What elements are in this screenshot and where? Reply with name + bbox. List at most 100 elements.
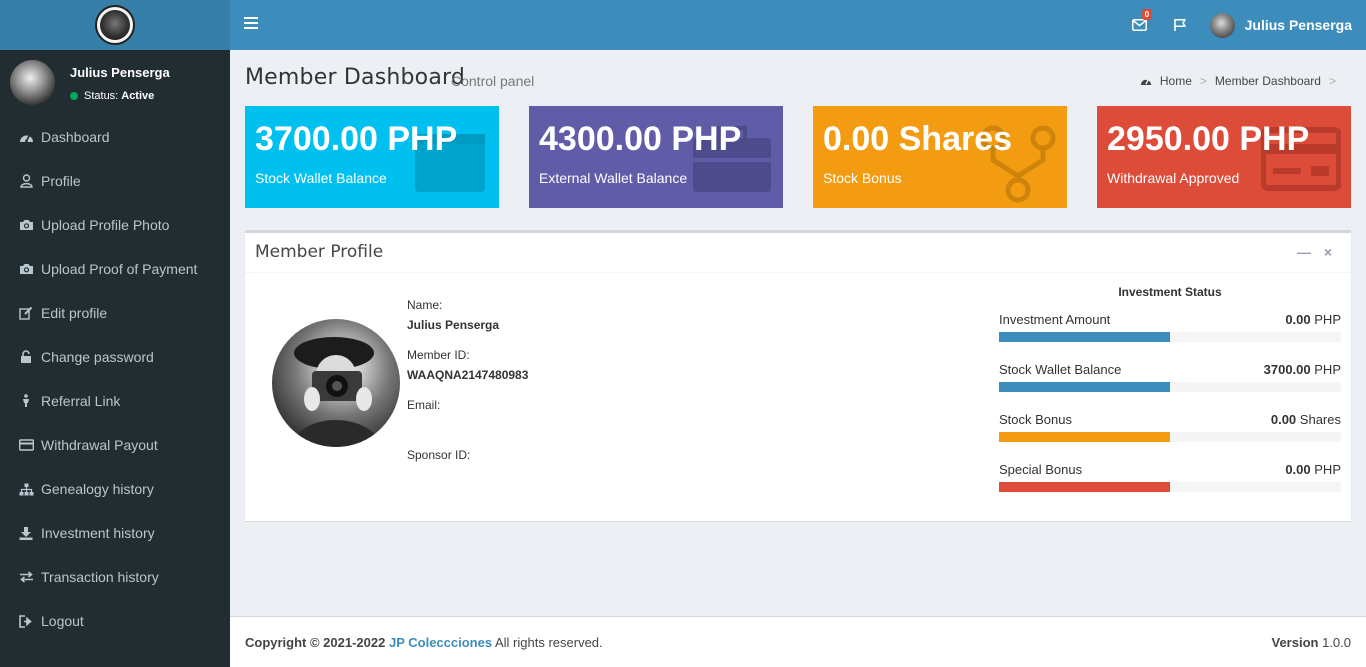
investment-row-amount: 0.00 — [1270, 412, 1297, 427]
profile-photo — [272, 319, 400, 447]
investment-row-label: Stock Bonus — [999, 412, 1072, 427]
investment-row-label: Stock Wallet Balance — [999, 362, 1122, 377]
name-value: Julius Penserga — [407, 318, 500, 332]
external-wallet-balance-box: 4300.00 PHP External Wallet Balance — [529, 106, 783, 208]
info-box-value: 0.00 Shares — [823, 120, 1013, 158]
member-id-label: Member ID: — [407, 348, 470, 362]
box-title: Member Profile — [255, 242, 384, 262]
camera-icon — [292, 337, 382, 447]
investment-row: Stock Wallet Balance 3700.00 PHP — [999, 362, 1341, 412]
investment-row: Investment Amount 0.00 PHP — [999, 312, 1341, 362]
name-label: Name: — [407, 298, 443, 312]
info-box-label: Withdrawal Approved — [1107, 170, 1240, 186]
download-icon — [18, 526, 34, 540]
progress-bar-fill — [999, 432, 1170, 442]
logo[interactable] — [0, 0, 230, 50]
sidebar-item-label: Transaction history — [41, 569, 159, 585]
exchange-icon — [18, 570, 34, 584]
envelope-icon — [1132, 19, 1148, 31]
credit-card-icon — [18, 438, 34, 452]
progress-bar-fill — [999, 332, 1170, 342]
withdrawal-approved-box: 2950.00 PHP Withdrawal Approved — [1097, 106, 1351, 208]
sidebar: Julius Penserga Status: Active Dashboard… — [0, 50, 230, 667]
investment-row-unit: PHP — [1314, 362, 1341, 377]
user-panel: Julius Penserga Status: Active — [0, 50, 230, 110]
sponsor-id-value — [407, 466, 707, 496]
copyright: Copyright © 2021-2022 JP Coleccciones Al… — [245, 635, 603, 650]
stock-wallet-balance-box: 3700.00 PHP Stock Wallet Balance — [245, 106, 499, 208]
investment-status-title: Investment Status — [1118, 285, 1222, 299]
copyright-text: Copyright © 2021-2022 — [245, 635, 386, 650]
sidebar-item-label: Referral Link — [41, 393, 121, 409]
rights-text: All rights reserved. — [494, 635, 603, 650]
email-label: Email: — [407, 398, 441, 412]
lion-logo-icon — [95, 5, 135, 45]
minus-icon: — — [1297, 244, 1311, 260]
info-box-label: External Wallet Balance — [539, 170, 688, 186]
breadcrumb-home-link[interactable]: Home — [1160, 74, 1192, 88]
close-button[interactable]: × — [1319, 243, 1337, 261]
sidebar-item-label: Edit profile — [41, 305, 108, 321]
flag-button[interactable] — [1160, 0, 1200, 50]
sitemap-icon — [18, 482, 34, 496]
user-menu[interactable]: Julius Penserga — [1209, 12, 1352, 38]
version-value: 1.0.0 — [1322, 635, 1351, 650]
sidebar-item-label: Genealogy history — [41, 481, 154, 497]
sidebar-item-logout[interactable]: Logout — [0, 599, 230, 643]
box-tools: — × — [1289, 243, 1337, 261]
camera-icon — [18, 218, 34, 232]
sidebar-item-transaction-history[interactable]: Transaction history — [0, 555, 230, 599]
profile-details: Name: Julius Penserga Member ID: WAAQNA2… — [407, 296, 707, 496]
investment-row-unit: PHP — [1314, 462, 1341, 477]
sidebar-item-upload-profile-photo[interactable]: Upload Profile Photo — [0, 203, 230, 247]
investment-row-amount: 3700.00 — [1263, 362, 1311, 377]
progress-bar-fill — [999, 382, 1170, 392]
investment-row-unit: PHP — [1314, 312, 1341, 327]
sidebar-item-change-password[interactable]: Change password — [0, 335, 230, 379]
lock-icon — [18, 350, 34, 364]
sidebar-item-referral-link[interactable]: Referral Link — [0, 379, 230, 423]
info-box-value: 4300.00 PHP — [539, 120, 742, 158]
progress-bar — [999, 482, 1341, 492]
sidebar-item-withdrawal-payout[interactable]: Withdrawal Payout — [0, 423, 230, 467]
investment-row: Stock Bonus 0.00 Shares — [999, 412, 1341, 462]
status-label: Status: — [84, 90, 119, 102]
info-box-label: Stock Bonus — [823, 170, 902, 186]
dashboard-icon — [1140, 79, 1152, 85]
sidebar-item-label: Investment history — [41, 525, 155, 541]
progress-bar — [999, 382, 1341, 392]
investment-status: Investment Status Investment Amount 0.00 … — [999, 285, 1341, 512]
version-label: Version — [1271, 635, 1319, 650]
sign-out-icon — [18, 614, 34, 628]
avatar — [1209, 12, 1235, 38]
messages-button[interactable]: 0 — [1120, 0, 1160, 50]
progress-bar — [999, 332, 1341, 342]
brand-link[interactable]: JP Coleccciones — [389, 635, 492, 650]
sidebar-item-investment-history[interactable]: Investment history — [0, 511, 230, 555]
sidebar-item-profile[interactable]: Profile — [0, 159, 230, 203]
sidebar-item-dashboard[interactable]: Dashboard — [0, 115, 230, 159]
sidebar-item-label: Withdrawal Payout — [41, 437, 158, 453]
breadcrumb-current: Member Dashboard — [1214, 74, 1321, 88]
user-icon — [18, 174, 34, 188]
camera-icon — [18, 262, 34, 276]
breadcrumb-separator: > — [1199, 74, 1207, 88]
menu-toggle-icon[interactable] — [244, 17, 258, 31]
investment-row-label: Investment Amount — [999, 312, 1111, 327]
sidebar-item-label: Profile — [41, 173, 81, 189]
dashboard-icon — [18, 130, 34, 144]
sidebar-item-label: Upload Proof of Payment — [41, 261, 198, 277]
sidebar-item-upload-proof-of-payment[interactable]: Upload Proof of Payment — [0, 247, 230, 291]
sidebar-item-genealogy-history[interactable]: Genealogy history — [0, 467, 230, 511]
box-header: Member Profile — × — [245, 233, 1351, 273]
sidebar-item-label: Upload Profile Photo — [41, 217, 170, 233]
member-id-value: WAAQNA2147480983 — [407, 368, 529, 382]
collapse-button[interactable]: — — [1295, 243, 1313, 261]
investment-row-unit: Shares — [1299, 412, 1341, 427]
investment-row-amount: 0.00 — [1285, 312, 1311, 327]
progress-bar — [999, 432, 1341, 442]
sidebar-item-edit-profile[interactable]: Edit profile — [0, 291, 230, 335]
sidebar-item-label: Logout — [41, 613, 84, 629]
info-box-value: 2950.00 PHP — [1107, 120, 1310, 158]
breadcrumb: Home > Member Dashboard > — [1140, 74, 1344, 88]
